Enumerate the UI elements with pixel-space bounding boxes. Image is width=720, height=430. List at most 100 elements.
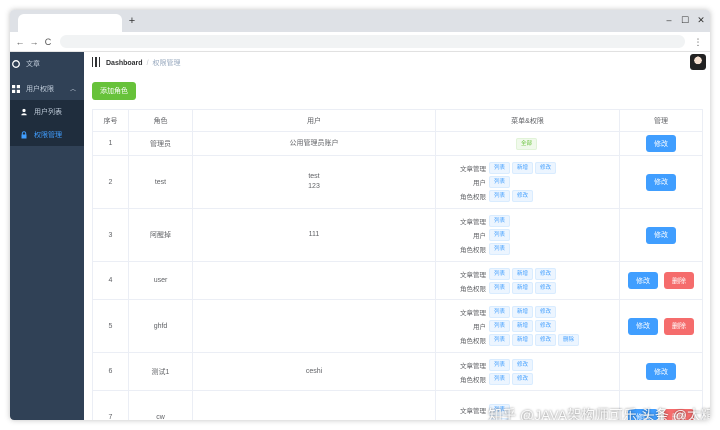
delete-role-button[interactable]: 删除 xyxy=(664,408,694,420)
delete-role-button[interactable]: 删除 xyxy=(664,272,694,289)
forward-button[interactable]: → xyxy=(28,35,40,49)
address-bar[interactable] xyxy=(60,35,685,48)
cell-role: user xyxy=(128,261,193,300)
main-content: 添加角色 序号 角色 用户 菜单&权限 管理 1 管理员 公用管理员账户 全部 修改 2 t… xyxy=(84,73,710,420)
user-name: 111 xyxy=(308,231,320,238)
reload-button[interactable]: C xyxy=(42,35,54,49)
permission-group: 角色权限 列表 修改 xyxy=(458,189,619,203)
cell-index: 1 xyxy=(92,131,129,156)
permission-tag-all: 全部 xyxy=(515,137,537,150)
breadcrumb-separator: / xyxy=(146,60,149,67)
permission-group: 角色权限 列表 新增 修改 xyxy=(458,281,619,295)
user-name: ceshi xyxy=(305,367,323,375)
permission-tag: 修改 xyxy=(535,267,557,280)
permission-group-name: 文章管理 xyxy=(460,408,486,415)
permission-tag: 列表 xyxy=(489,267,511,280)
permission-group: 用户列表 xyxy=(458,228,619,242)
permission-group-name: 用户 xyxy=(458,419,486,420)
permission-group: 角色权限 列表 修改 xyxy=(458,372,619,386)
permission-group: 角色权限 列表 新增 修改 删除 xyxy=(458,333,619,347)
back-button[interactable]: ← xyxy=(14,35,26,49)
edit-role-button[interactable]: 修改 xyxy=(628,317,658,335)
cell-actions: 修改 xyxy=(619,208,703,262)
hamburger-icon[interactable] xyxy=(92,57,100,67)
permission-group-name: 角色权限 xyxy=(460,285,486,293)
permission-tag: 列表 xyxy=(489,229,511,241)
new-tab-button[interactable]: + xyxy=(125,14,139,28)
edit-role-button[interactable]: 修改 xyxy=(628,408,658,420)
permission-group-name: 文章管理 xyxy=(460,166,486,173)
edit-role-button[interactable]: 修改 xyxy=(646,135,676,152)
permission-tag: 列表 xyxy=(489,190,511,202)
sidebar-item-permission-management[interactable]: 权限管理 xyxy=(10,123,84,146)
permission-tag: 修改 xyxy=(535,334,557,346)
permission-group: 角色权限 列表 xyxy=(458,242,619,256)
breadcrumb-dashboard[interactable]: Dashboard xyxy=(106,60,143,67)
cell-permissions: 文章管理 列表 新增 修改 用户 列表 新增 修改 角色权限 列表 新增 修改 删除 xyxy=(435,299,620,353)
avatar[interactable] xyxy=(690,54,706,70)
permission-tag: 新增 xyxy=(512,162,534,174)
cell-actions: 修改 xyxy=(619,155,703,209)
table-row: 4 user 文章管理 列表 新增 修改 角色权限 列表 新增 修改 修改 删除 xyxy=(92,261,703,300)
permission-tag: 删除 xyxy=(558,334,580,346)
permission-tag: 列表 xyxy=(489,243,511,255)
breadcrumb: Dashboard / 权限管理 xyxy=(106,58,181,68)
cell-index: 4 xyxy=(92,261,129,300)
edit-role-button[interactable]: 修改 xyxy=(646,226,676,244)
table-header-row: 序号 角色 用户 菜单&权限 管理 xyxy=(92,109,703,132)
cell-permissions: 文章管理 列表 修改 角色权限 列表 修改 xyxy=(435,352,620,391)
permission-tag: 列表 xyxy=(489,176,511,188)
table-row: 5 ghfd 文章管理 列表 新增 修改 用户 列表 新增 修改 角色权限 列表 新增 修改 删除 修改 删除 xyxy=(92,299,703,353)
permission-tag: 修改 xyxy=(512,372,534,385)
minimize-button[interactable]: – xyxy=(662,13,676,27)
edit-role-button[interactable]: 修改 xyxy=(628,272,658,289)
sidebar-item-user-permissions[interactable]: 用户权限 ︿ xyxy=(10,77,84,100)
sidebar-subitem-label: 权限管理 xyxy=(34,131,62,139)
permission-group: 文章管理 列表 新增 修改 xyxy=(458,305,619,319)
cell-role: ghfd xyxy=(128,299,193,353)
cell-users xyxy=(192,299,436,353)
permission-group: 文章管理 列表 修改 xyxy=(458,358,619,372)
add-role-button[interactable]: 添加角色 xyxy=(92,82,136,100)
sidebar-item-articles[interactable]: 文章 xyxy=(10,52,84,75)
sidebar-item-user-list[interactable]: 用户列表 xyxy=(10,100,84,123)
sidebar: 文章 用户权限 ︿ 用户列表 权限管理 xyxy=(10,52,84,420)
permission-tag: 列表 xyxy=(489,358,511,371)
cell-users: 111 xyxy=(192,208,436,262)
breadcrumb-current: 权限管理 xyxy=(152,60,181,67)
permission-group: 用户 列表 新增 修改 xyxy=(458,319,619,333)
permission-tag: 列表 xyxy=(489,215,511,227)
cell-permissions: 文章管理列表用户列表 xyxy=(435,390,620,420)
cell-permissions: 文章管理 列表 新增 修改 角色权限 列表 新增 修改 xyxy=(435,261,620,300)
cell-actions: 修改 删除 xyxy=(619,261,703,300)
browser-tab[interactable] xyxy=(18,14,122,32)
cell-index: 3 xyxy=(92,208,129,262)
table-row: 2 test test 123 文章管理 列表 新增 修改 用户 列表 角色权限 列表 修改 修改 xyxy=(92,155,703,209)
permission-tag: 修改 xyxy=(535,320,557,332)
close-window-button[interactable]: ✕ xyxy=(694,13,708,27)
top-navbar: Dashboard / 权限管理 xyxy=(84,52,710,73)
column-header-role: 角色 xyxy=(128,109,193,132)
cell-permissions: 全部 xyxy=(435,131,620,156)
maximize-button[interactable]: ☐ xyxy=(678,13,692,27)
cell-index: 5 xyxy=(92,299,129,353)
sidebar-item-label: 文章 xyxy=(26,60,40,68)
permission-tag: 新增 xyxy=(512,267,534,280)
column-header-index: 序号 xyxy=(92,109,129,132)
cell-permissions: 文章管理 列表 用户 列表 角色权限 列表 xyxy=(435,208,620,262)
permission-tag: 列表 xyxy=(489,334,511,346)
permission-tag: 新增 xyxy=(512,306,534,318)
permission-tag: 修改 xyxy=(535,306,557,318)
cell-users: 公用管理员账户 xyxy=(192,131,436,156)
permission-tag: 新增 xyxy=(512,320,534,332)
edit-role-button[interactable]: 修改 xyxy=(646,173,676,191)
permission-tag: 列表 xyxy=(489,281,511,294)
permission-group: 文章管理 列表 新增 修改 xyxy=(458,161,619,175)
delete-role-button[interactable]: 删除 xyxy=(664,317,694,335)
browser-window: + – ☐ ✕ ← → C ⋮ 文章 用户权限 ︿ 用户列表 权限管理 Dash… xyxy=(10,10,710,420)
edit-role-button[interactable]: 修改 xyxy=(646,363,676,380)
table-row: 7cw文章管理列表用户列表修改删除 xyxy=(92,390,703,420)
cell-users xyxy=(192,261,436,300)
permission-tag: 列表 xyxy=(489,372,511,385)
browser-menu-button[interactable]: ⋮ xyxy=(693,35,703,49)
